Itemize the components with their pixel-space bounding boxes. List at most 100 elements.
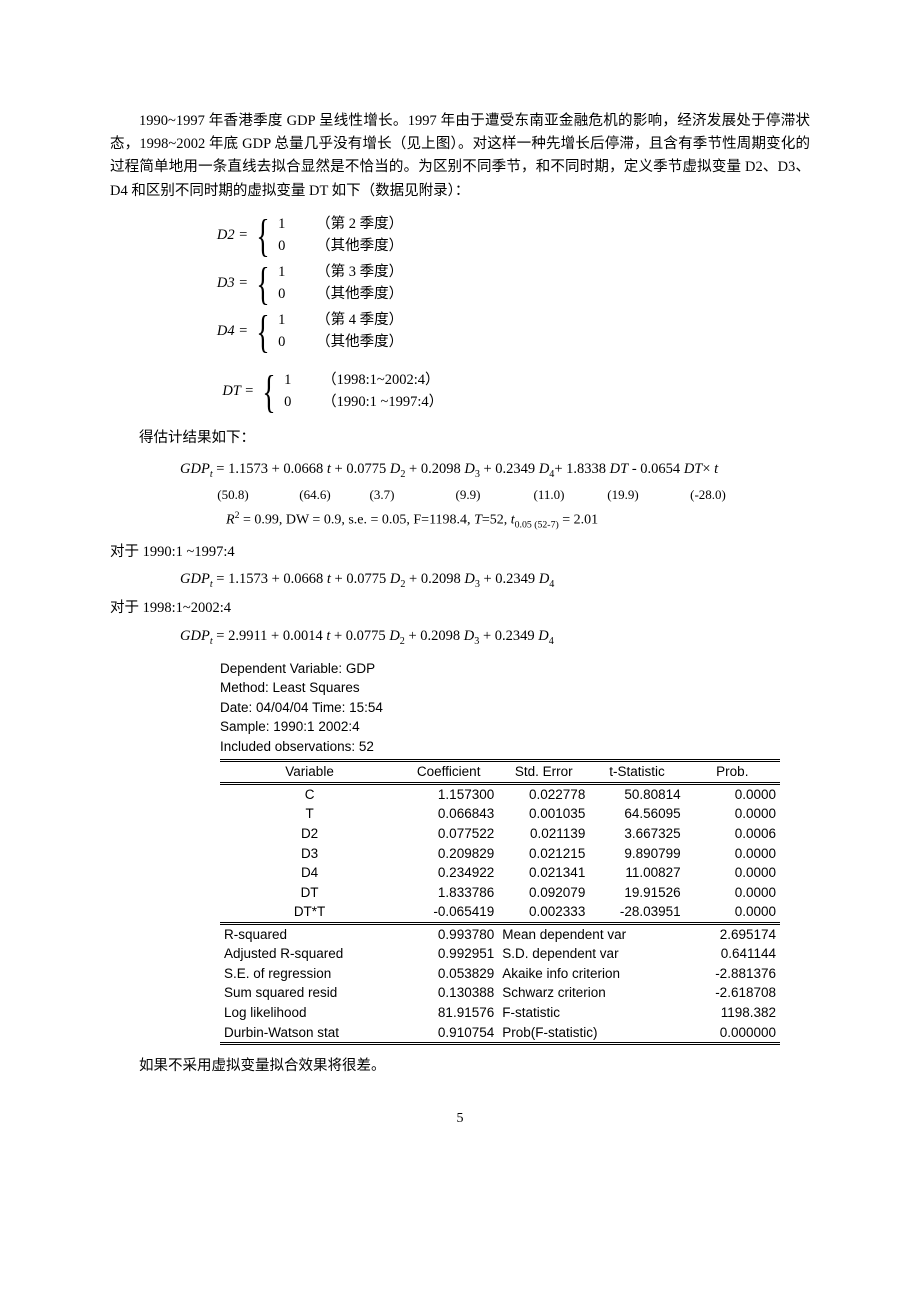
- tstat-value: (3.7): [344, 485, 420, 506]
- cell: 0.021139: [498, 824, 589, 844]
- table-row: S.E. of regression0.053829Akaike info cr…: [220, 964, 780, 984]
- output-header: Dependent Variable: GDPMethod: Least Squ…: [220, 660, 780, 756]
- cell: Mean dependent var: [498, 923, 684, 944]
- brace-icon: {: [256, 213, 269, 259]
- d4-c1-val: 1: [278, 310, 300, 332]
- dt-c1-lbl: （1998:1~2002:4）: [322, 372, 439, 388]
- cell: Durbin-Watson stat: [220, 1023, 399, 1044]
- col-header: Prob.: [685, 761, 780, 784]
- cell: 0.092079: [498, 883, 589, 903]
- cell: Sum squared resid: [220, 983, 399, 1003]
- cell: 1.157300: [399, 783, 498, 804]
- dt-c2-val: 0: [284, 392, 306, 414]
- tstat-value: (9.9): [420, 485, 516, 506]
- cell: 0.0000: [685, 902, 780, 923]
- output-header-line: Method: Least Squares: [220, 679, 780, 697]
- cell: 0.234922: [399, 863, 498, 883]
- cell: 0.0006: [685, 824, 780, 844]
- d3-c2-lbl: （其他季度）: [316, 286, 403, 302]
- cell: 0.0000: [685, 863, 780, 883]
- d2-c2-val: 0: [278, 236, 300, 258]
- col-header: Coefficient: [399, 761, 498, 784]
- cell: S.D. dependent var: [498, 944, 684, 964]
- cell: 0.001035: [498, 804, 589, 824]
- col-header: Std. Error: [498, 761, 589, 784]
- cell: DT*T: [220, 902, 399, 923]
- d3-c1-lbl: （第 3 季度）: [316, 264, 403, 280]
- cell: 9.890799: [589, 844, 684, 864]
- dummy-var-definitions: D2 = { 1（第 2 季度） 0（其他季度） D3 = { 1（第 3 季度…: [210, 213, 810, 355]
- cell: 0.992951: [399, 944, 498, 964]
- cell: F-statistic: [498, 1003, 684, 1023]
- cell: 0.0000: [685, 883, 780, 903]
- table-row: Durbin-Watson stat0.910754Prob(F-statist…: [220, 1023, 780, 1044]
- output-header-line: Included observations: 52: [220, 738, 780, 756]
- tstat-value: (64.6): [286, 485, 344, 506]
- d4-c2-lbl: （其他季度）: [316, 334, 403, 350]
- cell: Log likelihood: [220, 1003, 399, 1023]
- cell: 0.993780: [399, 923, 498, 944]
- period1-line: 对于 1990:1 ~1997:4: [110, 541, 810, 564]
- cell: 0.209829: [399, 844, 498, 864]
- cell: 0.053829: [399, 964, 498, 984]
- def-d2: D2 = { 1（第 2 季度） 0（其他季度）: [210, 213, 810, 259]
- cell: 0.0000: [685, 783, 780, 804]
- cell: 0.022778: [498, 783, 589, 804]
- cell: 0.641144: [685, 944, 780, 964]
- cell: 0.021215: [498, 844, 589, 864]
- cell: D3: [220, 844, 399, 864]
- col-header: Variable: [220, 761, 399, 784]
- table-row: DT*T-0.0654190.002333-28.039510.0000: [220, 902, 780, 923]
- bottom-note: 如果不采用虚拟变量拟合效果将很差。: [110, 1055, 810, 1078]
- table-row: D20.0775220.0211393.6673250.0006: [220, 824, 780, 844]
- d3-c1-val: 1: [278, 262, 300, 284]
- cell: 1.833786: [399, 883, 498, 903]
- cell: D2: [220, 824, 399, 844]
- table-row: T0.0668430.00103564.560950.0000: [220, 804, 780, 824]
- result-intro: 得估计结果如下：: [110, 427, 810, 450]
- cell: C: [220, 783, 399, 804]
- output-header-line: Sample: 1990:1 2002:4: [220, 718, 780, 736]
- cell: 0.0000: [685, 844, 780, 864]
- d4-c1-lbl: （第 4 季度）: [316, 312, 403, 328]
- cell: 0.130388: [399, 983, 498, 1003]
- eq3: GDPt = 2.9911 + 0.0014 t + 0.0775 D2 + 0…: [180, 625, 810, 650]
- cell: 1198.382: [685, 1003, 780, 1023]
- page-number: 5: [110, 1108, 810, 1130]
- eq1-tstats: (50.8)(64.6)(3.7)(9.9)(11.0)(19.9)(-28.0…: [180, 485, 810, 506]
- brace-icon: {: [262, 369, 275, 415]
- table-row: Log likelihood81.91576F-statistic1198.38…: [220, 1003, 780, 1023]
- table-row: D40.2349220.02134111.008270.0000: [220, 863, 780, 883]
- dt-c2-lbl: （1990:1 ~1997:4）: [322, 394, 443, 410]
- cell: 11.00827: [589, 863, 684, 883]
- output-header-line: Dependent Variable: GDP: [220, 660, 780, 678]
- def-d3: D3 = { 1（第 3 季度） 0（其他季度）: [210, 261, 810, 307]
- cell: Prob(F-statistic): [498, 1023, 684, 1044]
- brace-icon: {: [256, 261, 269, 307]
- def-d3-var: D3 =: [210, 272, 248, 295]
- d2-c1-val: 1: [278, 214, 300, 236]
- def-d4-var: D4 =: [210, 320, 248, 343]
- equation-full: GDPt = 1.1573 + 0.0668 t + 0.0775 D2 + 0…: [180, 458, 810, 533]
- cell: -0.065419: [399, 902, 498, 923]
- cell: 64.56095: [589, 804, 684, 824]
- cell: 19.91526: [589, 883, 684, 903]
- cell: 0.077522: [399, 824, 498, 844]
- tstat-value: (11.0): [516, 485, 582, 506]
- cell: 81.91576: [399, 1003, 498, 1023]
- def-d2-var: D2 =: [210, 224, 248, 247]
- cell: 2.695174: [685, 923, 780, 944]
- cell: 0.002333: [498, 902, 589, 923]
- tstat-value: (-28.0): [664, 485, 752, 506]
- cell: -28.03951: [589, 902, 684, 923]
- cell: 3.667325: [589, 824, 684, 844]
- cell: -2.881376: [685, 964, 780, 984]
- table-row: C1.1573000.02277850.808140.0000: [220, 783, 780, 804]
- output-header-line: Date: 04/04/04 Time: 15:54: [220, 699, 780, 717]
- table-row: D30.2098290.0212159.8907990.0000: [220, 844, 780, 864]
- eq1-expression: GDPt = 1.1573 + 0.0668 t + 0.0775 D2 + 0…: [180, 458, 810, 483]
- tstat-value: (50.8): [180, 485, 286, 506]
- d2-c2-lbl: （其他季度）: [316, 238, 403, 254]
- d4-c2-val: 0: [278, 332, 300, 354]
- cell: 0.066843: [399, 804, 498, 824]
